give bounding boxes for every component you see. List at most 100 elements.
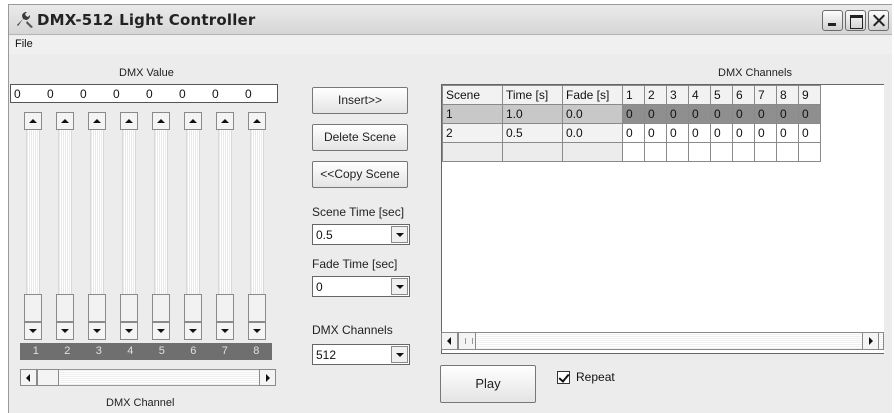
table-cell[interactable]: 0 xyxy=(666,104,689,124)
table-cell[interactable] xyxy=(754,142,777,162)
channel-slider[interactable] xyxy=(120,112,138,340)
table-cell[interactable]: 0.5 xyxy=(502,123,563,143)
column-header[interactable]: 6 xyxy=(732,85,755,105)
table-cell[interactable] xyxy=(442,142,503,162)
column-header[interactable]: 2 xyxy=(644,85,667,105)
chevron-up-icon[interactable] xyxy=(120,112,138,130)
slider-thumb[interactable] xyxy=(184,294,202,322)
table-cell[interactable]: 0 xyxy=(622,123,645,143)
grid-hscrollbar[interactable] xyxy=(441,332,884,350)
channel-slider[interactable] xyxy=(56,112,74,340)
table-cell[interactable]: 0 xyxy=(754,123,777,143)
slider-thumb[interactable] xyxy=(120,294,138,322)
chevron-up-icon[interactable] xyxy=(184,112,202,130)
menu-file[interactable]: File xyxy=(13,38,35,50)
copy-scene-button[interactable]: <<Copy Scene xyxy=(312,161,408,188)
minimize-icon[interactable] xyxy=(822,10,843,31)
scene-grid[interactable]: Scene Time [s] Fade [s] 1 2 3 4 5 6 7 8 9 1 1.0 0.0 0 0 0… xyxy=(441,84,884,354)
repeat-checkbox[interactable] xyxy=(557,371,570,384)
table-cell[interactable]: 0 xyxy=(754,104,777,124)
chevron-down-icon[interactable] xyxy=(88,322,106,340)
chevron-down-icon[interactable] xyxy=(248,322,266,340)
slider-thumb[interactable] xyxy=(152,294,170,322)
chevron-down-icon[interactable] xyxy=(56,322,74,340)
table-row[interactable]: 2 0.5 0.0 0 0 0 0 0 0 0 0 0 xyxy=(442,123,821,143)
table-cell[interactable]: 0 xyxy=(688,123,711,143)
dmx-channels-select[interactable]: 512 xyxy=(312,344,410,365)
table-cell[interactable]: 0 xyxy=(688,104,711,124)
chevron-down-icon[interactable] xyxy=(24,322,42,340)
table-cell[interactable]: 0 xyxy=(732,123,755,143)
table-row[interactable]: 1 1.0 0.0 0 0 0 0 0 0 0 0 0 xyxy=(442,104,821,124)
chevron-up-icon[interactable] xyxy=(56,112,74,130)
scroll-thumb[interactable] xyxy=(458,332,476,350)
table-cell[interactable] xyxy=(622,142,645,162)
slider-thumb[interactable] xyxy=(216,294,234,322)
table-cell[interactable] xyxy=(666,142,689,162)
table-cell[interactable] xyxy=(732,142,755,162)
table-cell[interactable] xyxy=(798,142,821,162)
play-button[interactable]: Play xyxy=(440,365,536,403)
slider-thumb[interactable] xyxy=(248,294,266,322)
channel-slider[interactable] xyxy=(152,112,170,340)
table-cell[interactable]: 0.0 xyxy=(562,104,623,124)
table-cell[interactable] xyxy=(688,142,711,162)
channel-slider[interactable] xyxy=(216,112,234,340)
chevron-up-icon[interactable] xyxy=(152,112,170,130)
title-bar[interactable]: DMX-512 Light Controller xyxy=(9,5,892,35)
table-cell[interactable]: 2 xyxy=(442,123,503,143)
table-cell[interactable] xyxy=(562,142,623,162)
table-cell[interactable]: 1 xyxy=(442,104,503,124)
table-cell[interactable]: 0 xyxy=(776,123,799,143)
table-cell[interactable]: 0 xyxy=(798,104,821,124)
chevron-up-icon[interactable] xyxy=(216,112,234,130)
chevron-down-icon[interactable] xyxy=(391,226,408,243)
table-cell[interactable]: 0.0 xyxy=(562,123,623,143)
table-cell[interactable]: 0 xyxy=(732,104,755,124)
table-cell[interactable]: 0 xyxy=(710,104,733,124)
column-header[interactable]: Fade [s] xyxy=(562,85,623,105)
channel-slider[interactable] xyxy=(248,112,266,340)
table-cell[interactable]: 0 xyxy=(622,104,645,124)
table-cell[interactable]: 0 xyxy=(710,123,733,143)
table-row-new[interactable] xyxy=(442,142,821,162)
column-header[interactable]: 5 xyxy=(710,85,733,105)
chevron-down-icon[interactable] xyxy=(216,322,234,340)
table-cell[interactable] xyxy=(710,142,733,162)
table-cell[interactable] xyxy=(502,142,563,162)
table-cell[interactable]: 0 xyxy=(798,123,821,143)
chevron-up-icon[interactable] xyxy=(248,112,266,130)
table-cell[interactable]: 0 xyxy=(776,104,799,124)
slider-thumb[interactable] xyxy=(24,294,42,322)
delete-scene-button[interactable]: Delete Scene xyxy=(312,124,408,151)
chevron-down-icon[interactable] xyxy=(120,322,138,340)
slider-thumb[interactable] xyxy=(56,294,74,322)
column-header[interactable]: 4 xyxy=(688,85,711,105)
column-header[interactable]: Time [s] xyxy=(502,85,563,105)
maximize-icon[interactable] xyxy=(845,10,866,31)
chevron-down-icon[interactable] xyxy=(391,278,408,295)
column-header[interactable]: 8 xyxy=(776,85,799,105)
column-header[interactable]: Scene xyxy=(442,85,503,105)
table-cell[interactable] xyxy=(644,142,667,162)
scroll-thumb[interactable] xyxy=(37,369,59,386)
scroll-right-icon[interactable] xyxy=(862,332,879,350)
scroll-left-icon[interactable] xyxy=(441,332,458,350)
table-cell[interactable]: 0 xyxy=(666,123,689,143)
channel-slider[interactable] xyxy=(88,112,106,340)
channel-slider[interactable] xyxy=(184,112,202,340)
scene-time-select[interactable]: 0.5 xyxy=(312,224,410,245)
column-header[interactable]: 9 xyxy=(798,85,821,105)
scroll-left-icon[interactable] xyxy=(20,369,37,386)
close-icon[interactable] xyxy=(868,10,889,31)
column-header[interactable]: 7 xyxy=(754,85,777,105)
channel-slider[interactable] xyxy=(24,112,42,340)
chevron-up-icon[interactable] xyxy=(88,112,106,130)
channel-hscrollbar[interactable] xyxy=(20,369,276,386)
chevron-down-icon[interactable] xyxy=(391,346,408,363)
slider-thumb[interactable] xyxy=(88,294,106,322)
fade-time-select[interactable]: 0 xyxy=(312,276,410,297)
column-header[interactable]: 1 xyxy=(622,85,645,105)
chevron-down-icon[interactable] xyxy=(184,322,202,340)
table-cell[interactable]: 0 xyxy=(644,104,667,124)
